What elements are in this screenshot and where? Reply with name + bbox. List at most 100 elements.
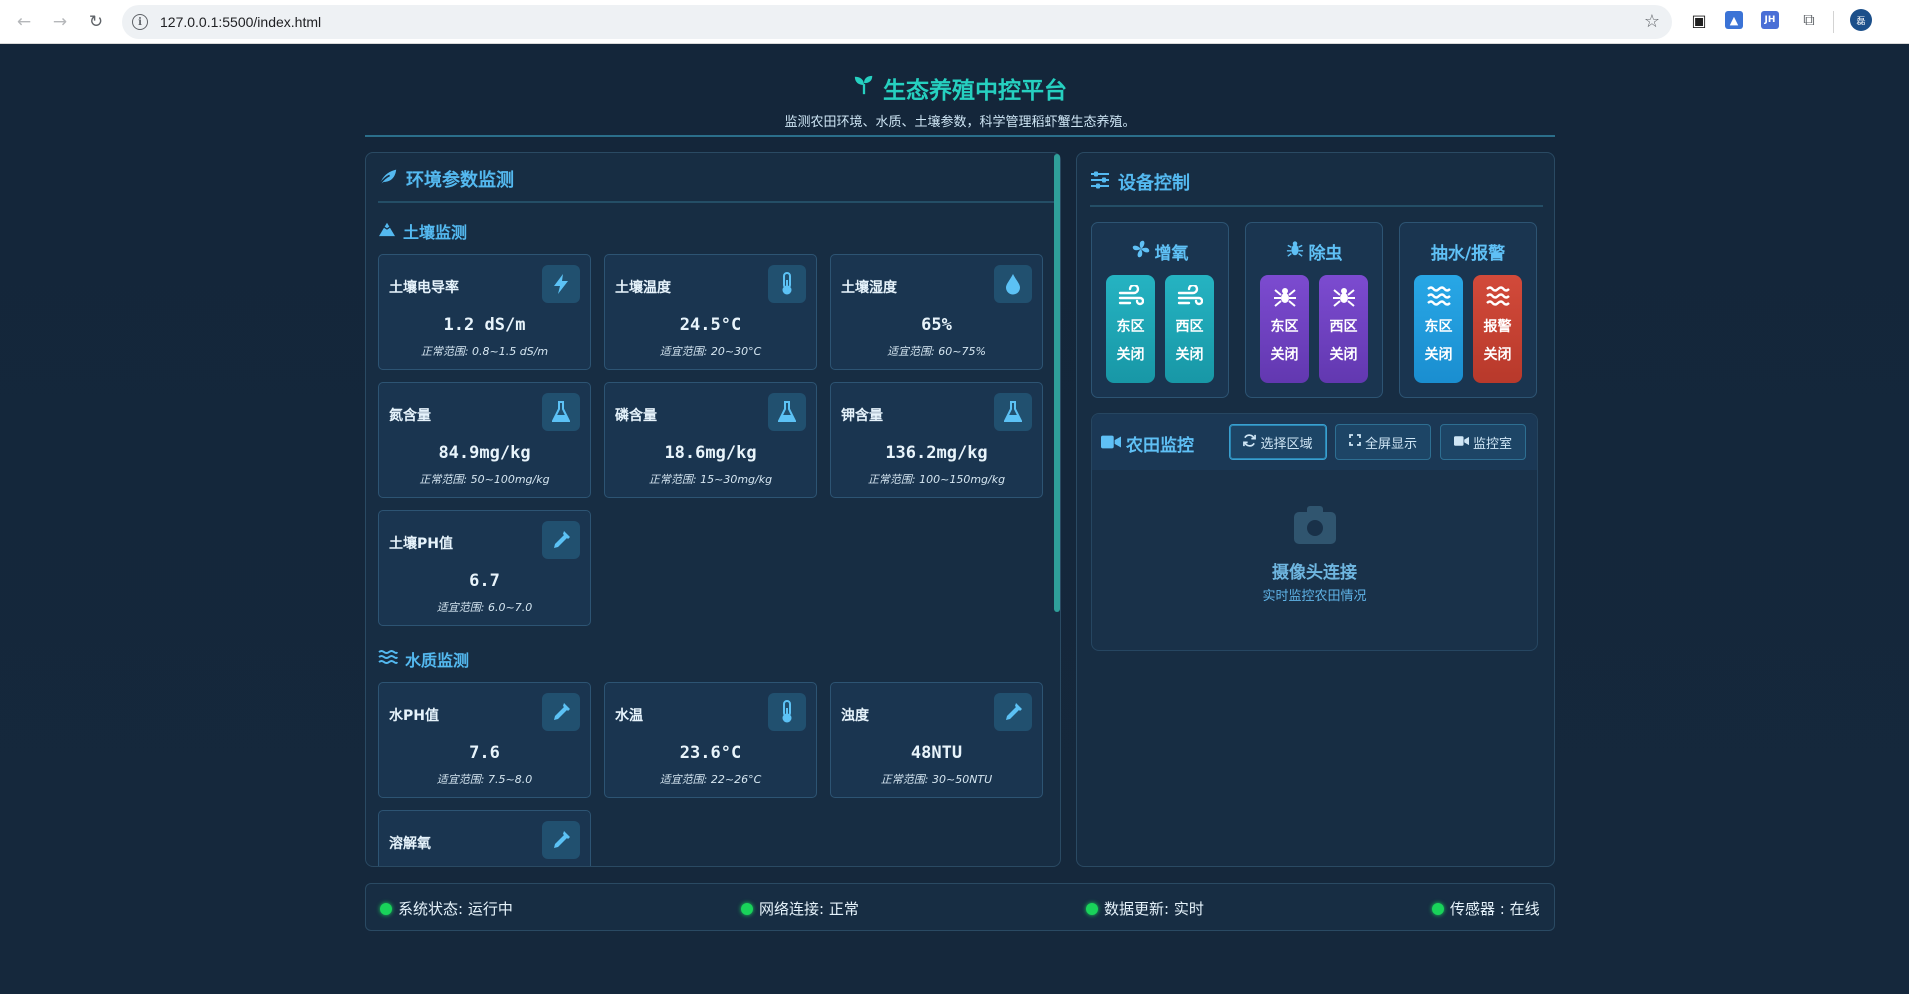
video-camera-icon xyxy=(1101,434,1121,454)
metric-card-soil-humidity: 土壤湿度 65% 适宜范围: 60~75% xyxy=(830,254,1043,370)
status-dot xyxy=(1086,902,1098,915)
metric-value: 84.9mg/kg xyxy=(438,443,531,463)
metric-card-soil-conductivity: 土壤电导率 1.2 dS/m 正常范围: 0.8~1.5 dS/m xyxy=(378,254,591,370)
pump-east-toggle[interactable]: 东区 关闭 xyxy=(1414,275,1463,383)
status-label: 数据更新: 实时 xyxy=(1104,900,1204,918)
metric-range: 正常范围: 50~100mg/kg xyxy=(419,473,550,486)
pest-east-toggle[interactable]: 东区 关闭 xyxy=(1260,275,1309,383)
soil-title-row: 土壤监测 xyxy=(378,219,467,243)
metric-value: 24.5°C xyxy=(679,315,742,335)
alarm-toggle[interactable]: 报警 关闭 xyxy=(1473,275,1522,383)
expand-icon xyxy=(1349,434,1361,450)
group-title-row: 增氧 xyxy=(1092,239,1228,264)
metric-name: 土壤湿度 xyxy=(841,280,897,296)
oxygen-west-toggle[interactable]: 西区 关闭 xyxy=(1165,275,1214,383)
reload-icon[interactable]: ↻ xyxy=(82,8,110,36)
state-label: 关闭 xyxy=(1270,347,1299,363)
zone-label: 东区 xyxy=(1424,319,1453,335)
env-panel-scrollbar[interactable] xyxy=(1054,154,1060,612)
metric-range: 适宜范围: 60~75% xyxy=(887,345,986,358)
metric-card-water-ph: 水PH值 7.6 适宜范围: 7.5~8.0 xyxy=(378,682,591,798)
oxygen-east-toggle[interactable]: 东区 关闭 xyxy=(1106,275,1155,383)
group-title: 增氧 xyxy=(1154,244,1189,264)
zone-label: 西区 xyxy=(1329,319,1358,335)
water-title-row: 水质监测 xyxy=(378,647,469,671)
flask-icon xyxy=(768,393,806,431)
device-group-pest: 除虫 东区 关闭 西区 关闭 xyxy=(1245,222,1383,398)
metric-name: 土壤PH值 xyxy=(389,536,453,552)
metric-card-turbidity: 浊度 48NTU 正常范围: 30~50NTU xyxy=(830,682,1043,798)
metric-value: 6.7 xyxy=(469,571,500,591)
bookmark-star-icon[interactable]: ☆ xyxy=(1644,11,1660,32)
metric-range: 正常范围: 0.8~1.5 dS/m xyxy=(420,345,549,358)
back-arrow-icon[interactable]: ← xyxy=(10,8,38,36)
extension-icon[interactable]: ▣ xyxy=(1688,9,1710,31)
status-label: 网络连接: 正常 xyxy=(759,900,859,918)
thermometer-icon xyxy=(768,693,806,731)
state-label: 关闭 xyxy=(1329,347,1358,363)
state-label: 关闭 xyxy=(1116,347,1145,363)
camera-label: 摄像头连接 xyxy=(1272,563,1357,583)
page-header: 生态养殖中控平台 监测农田环境、水质、土壤参数，科学管理稻虾蟹生态养殖。 xyxy=(365,44,1555,137)
group-title-row: 除虫 xyxy=(1246,239,1382,264)
metric-name: 磷含量 xyxy=(615,408,657,424)
camera-sublabel: 实时监控农田情况 xyxy=(1262,589,1367,604)
camera-viewport[interactable]: 摄像头连接 实时监控农田情况 xyxy=(1092,470,1537,650)
device-title: 设备控制 xyxy=(1118,173,1190,194)
device-group-pump-alarm: 抽水/报警 东区 关闭 报警 关闭 xyxy=(1399,222,1537,398)
metric-range: 适宜范围: 6.0~7.0 xyxy=(436,601,533,614)
soil-title: 土壤监测 xyxy=(403,223,468,242)
zone-label: 东区 xyxy=(1270,319,1299,335)
monitor-room-label: 监控室 xyxy=(1472,436,1512,452)
forward-arrow-icon[interactable]: → xyxy=(46,8,74,36)
page: 生态养殖中控平台 监测农田环境、水质、土壤参数，科学管理稻虾蟹生态养殖。 环境参… xyxy=(0,44,1909,994)
metric-card-water-temperature: 水温 23.6°C 适宜范围: 22~26°C xyxy=(604,682,817,798)
select-area-button[interactable]: 选择区域 xyxy=(1229,424,1327,460)
state-label: 关闭 xyxy=(1424,347,1453,363)
device-group-oxygen: 增氧 东区 关闭 西区 关闭 xyxy=(1091,222,1229,398)
status-dot xyxy=(741,902,753,915)
extension-icon[interactable]: ▲ xyxy=(1725,11,1743,29)
puzzle-icon[interactable]: ⧉ xyxy=(1798,9,1820,31)
group-title: 抽水/报警 xyxy=(1430,244,1506,264)
metric-value: 23.6°C xyxy=(679,743,742,763)
droplet-icon xyxy=(994,265,1032,303)
page-title: 生态养殖中控平台 xyxy=(883,78,1067,104)
group-title: 除虫 xyxy=(1308,244,1343,264)
zone-label: 东区 xyxy=(1116,319,1145,335)
site-info-icon[interactable]: i xyxy=(132,14,148,30)
monitor-header: 农田监控 选择区域 全屏显示 监控室 xyxy=(1092,414,1537,470)
metric-range: 适宜范围: 7.5~8.0 xyxy=(436,773,533,786)
page-title-row: 生态养殖中控平台 xyxy=(365,71,1555,105)
eyedropper-icon xyxy=(542,521,580,559)
status-dot xyxy=(1432,902,1444,915)
metric-range: 正常范围: 100~150mg/kg xyxy=(867,473,1006,486)
status-bar: 系统状态: 运行中 网络连接: 正常 数据更新: 实时 传感器 : 在线 xyxy=(365,883,1555,931)
metric-name: 浊度 xyxy=(841,708,869,724)
thermometer-icon xyxy=(768,265,806,303)
env-monitor-panel: 环境参数监测 土壤监测 土壤电导率 1.2 dS/m 正常范围: 0.8~1.5… xyxy=(365,152,1061,867)
address-bar[interactable]: i 127.0.0.1:5500/index.html ☆ xyxy=(122,5,1672,39)
select-area-label: 选择区域 xyxy=(1260,436,1313,452)
fullscreen-button[interactable]: 全屏显示 xyxy=(1335,424,1431,460)
bug-icon xyxy=(1286,240,1304,263)
fullscreen-label: 全屏显示 xyxy=(1364,436,1417,452)
flask-icon xyxy=(542,393,580,431)
monitor-room-button[interactable]: 监控室 xyxy=(1440,424,1526,460)
status-system: 系统状态: 运行中 xyxy=(380,898,513,919)
monitor-title-row: 农田监控 xyxy=(1101,431,1194,456)
status-network: 网络连接: 正常 xyxy=(741,898,859,919)
pest-west-toggle[interactable]: 西区 关闭 xyxy=(1319,275,1368,383)
url-text[interactable]: 127.0.0.1:5500/index.html xyxy=(160,14,321,30)
field-monitor: 农田监控 选择区域 全屏显示 监控室 摄像头连接 实时监控农田情况 xyxy=(1091,413,1538,651)
eyedropper-icon xyxy=(542,693,580,731)
spider-icon xyxy=(1331,285,1357,313)
status-sensor: 传感器 : 在线 xyxy=(1432,898,1540,919)
browser-toolbar: ← → ↻ i 127.0.0.1:5500/index.html ☆ ▣ ▲ … xyxy=(0,0,1909,44)
metric-name: 氮含量 xyxy=(389,408,431,424)
metric-value: 1.2 dS/m xyxy=(443,315,526,335)
divider xyxy=(378,201,1054,203)
extension-icon[interactable]: JH xyxy=(1761,11,1779,29)
metric-value: 7.6 xyxy=(469,743,500,763)
profile-avatar[interactable]: 磊 xyxy=(1850,9,1872,31)
